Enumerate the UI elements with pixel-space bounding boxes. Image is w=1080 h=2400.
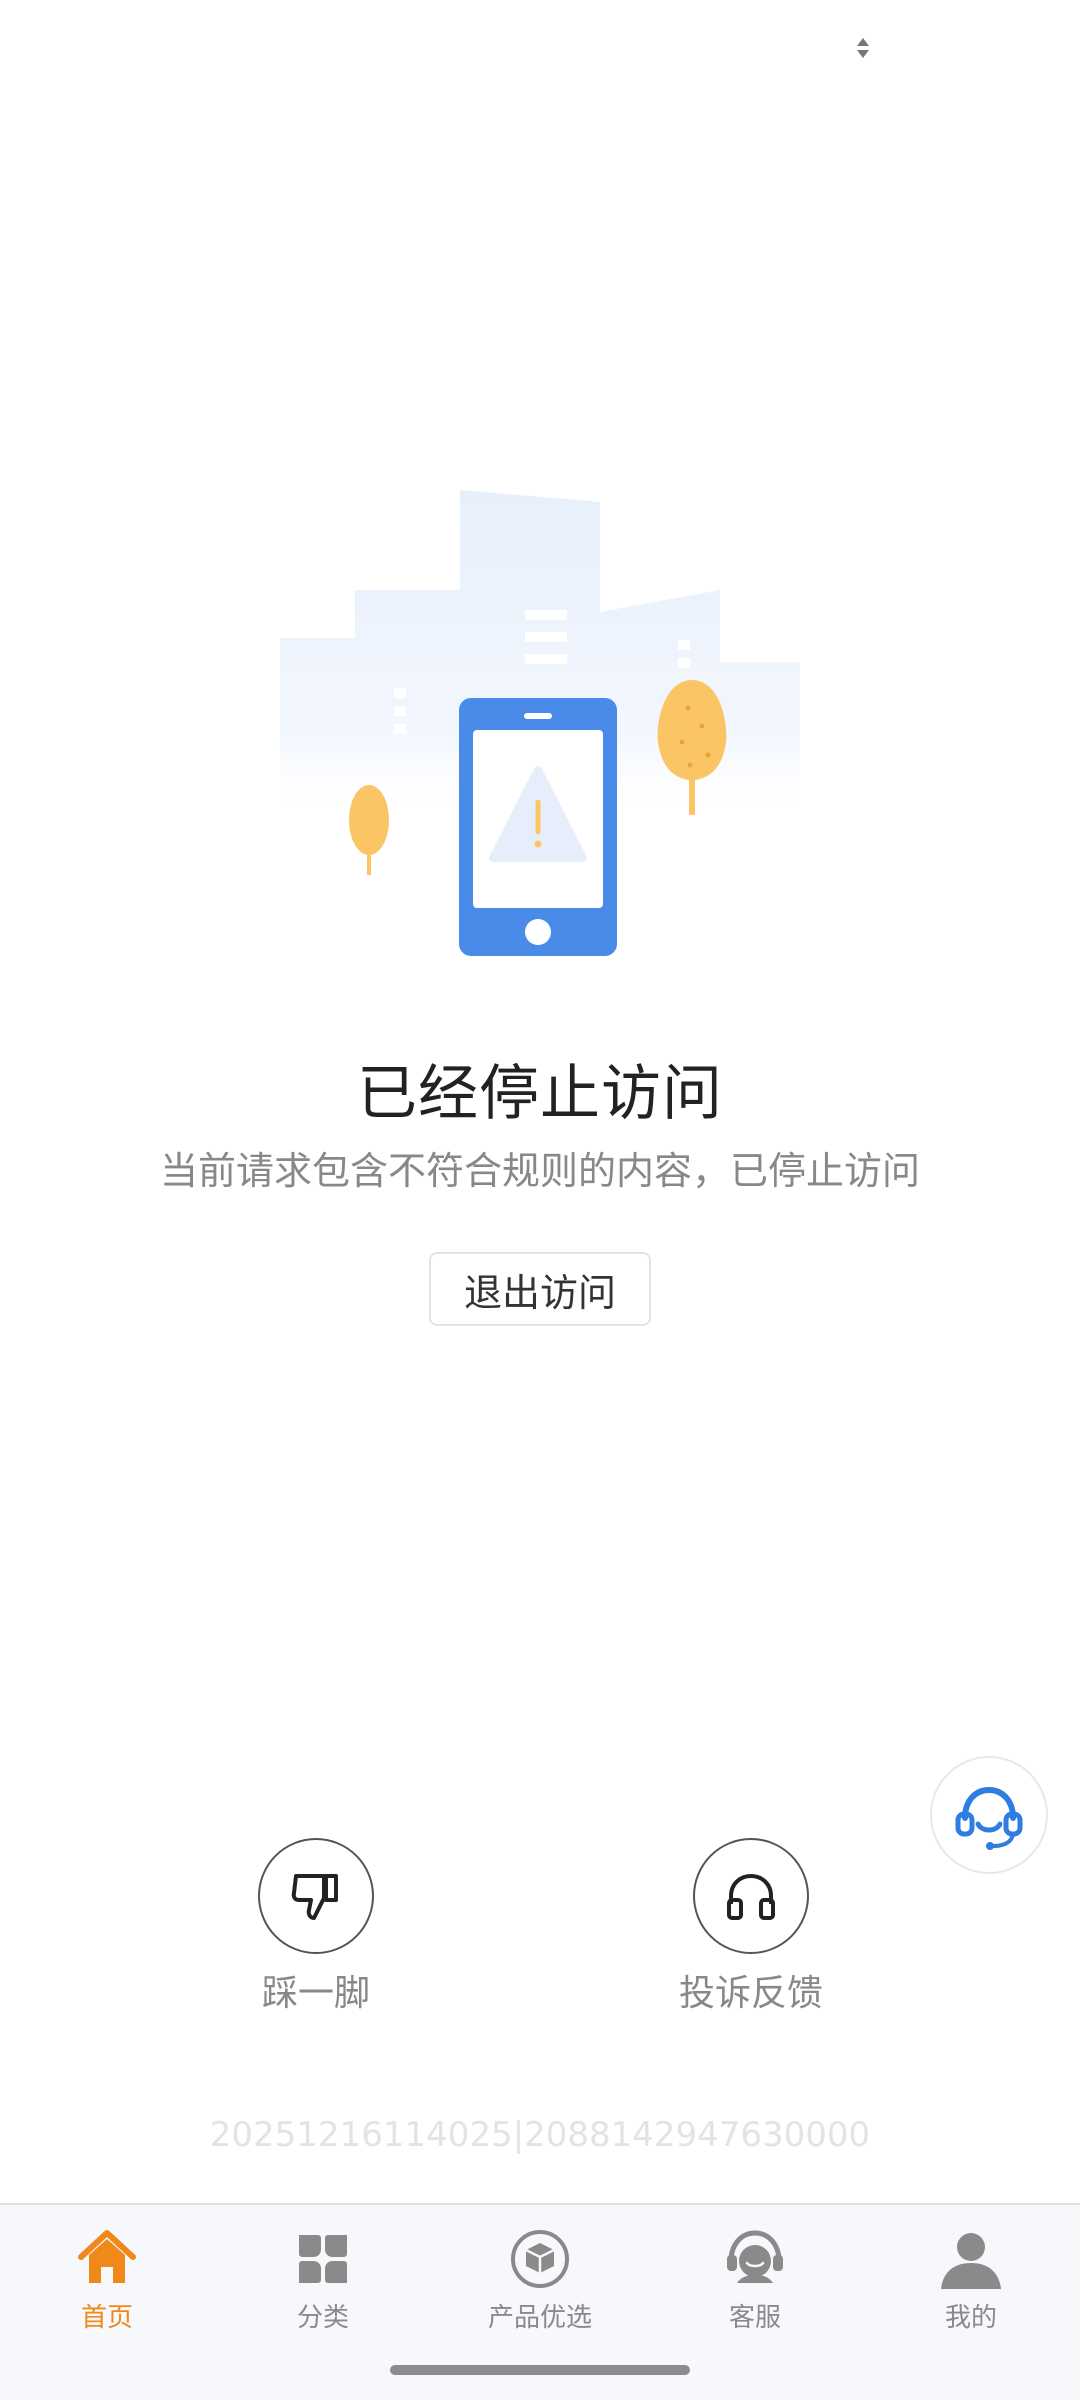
- complaint-label: 投诉反馈: [678, 1973, 823, 2014]
- tab-category[interactable]: 分类: [233, 2227, 413, 2334]
- trace-id: 20251216114025|2088142947630000: [209, 2115, 871, 2155]
- home-icon: [78, 2230, 136, 2283]
- home-indicator[interactable]: [390, 2365, 690, 2375]
- tab-category-label: 分类: [296, 2303, 349, 2333]
- error-message: 当前请求包含不符合规则的内容，已停止访问: [159, 1149, 920, 1193]
- tab-home-label: 首页: [80, 2303, 133, 2333]
- floating-customer-service-button[interactable]: [930, 1756, 1048, 1874]
- page-title: 已经停止访问: [357, 1059, 723, 1129]
- category-icon: [299, 2235, 347, 2283]
- tab-products[interactable]: 产品优选: [450, 2227, 630, 2334]
- customer-service-icon: [727, 2230, 783, 2283]
- exit-button[interactable]: 退出访问: [429, 1252, 651, 1326]
- tab-customer-service[interactable]: 客服: [665, 2227, 845, 2334]
- sort-arrows-icon: [857, 38, 869, 58]
- tab-customer-service-label: 客服: [728, 2303, 781, 2333]
- box-icon: [511, 2230, 569, 2288]
- tab-mine[interactable]: 我的: [881, 2227, 1061, 2334]
- headset-icon: [955, 1786, 1023, 1850]
- blocked-phone-illustration: [280, 490, 800, 956]
- tab-home[interactable]: 首页: [17, 2227, 197, 2334]
- dislike-button[interactable]: [258, 1838, 374, 1954]
- complaint-button[interactable]: [693, 1838, 809, 1954]
- headphones-icon: [727, 1873, 775, 1920]
- dislike-label: 踩一脚: [261, 1973, 370, 2014]
- dislike-action[interactable]: 踩一脚: [216, 1838, 416, 2016]
- complaint-action[interactable]: 投诉反馈: [651, 1838, 851, 2016]
- tab-products-label: 产品优选: [487, 2303, 592, 2333]
- user-icon: [941, 2233, 1001, 2289]
- tab-mine-label: 我的: [944, 2303, 997, 2333]
- thumbs-down-icon: [291, 1874, 338, 1920]
